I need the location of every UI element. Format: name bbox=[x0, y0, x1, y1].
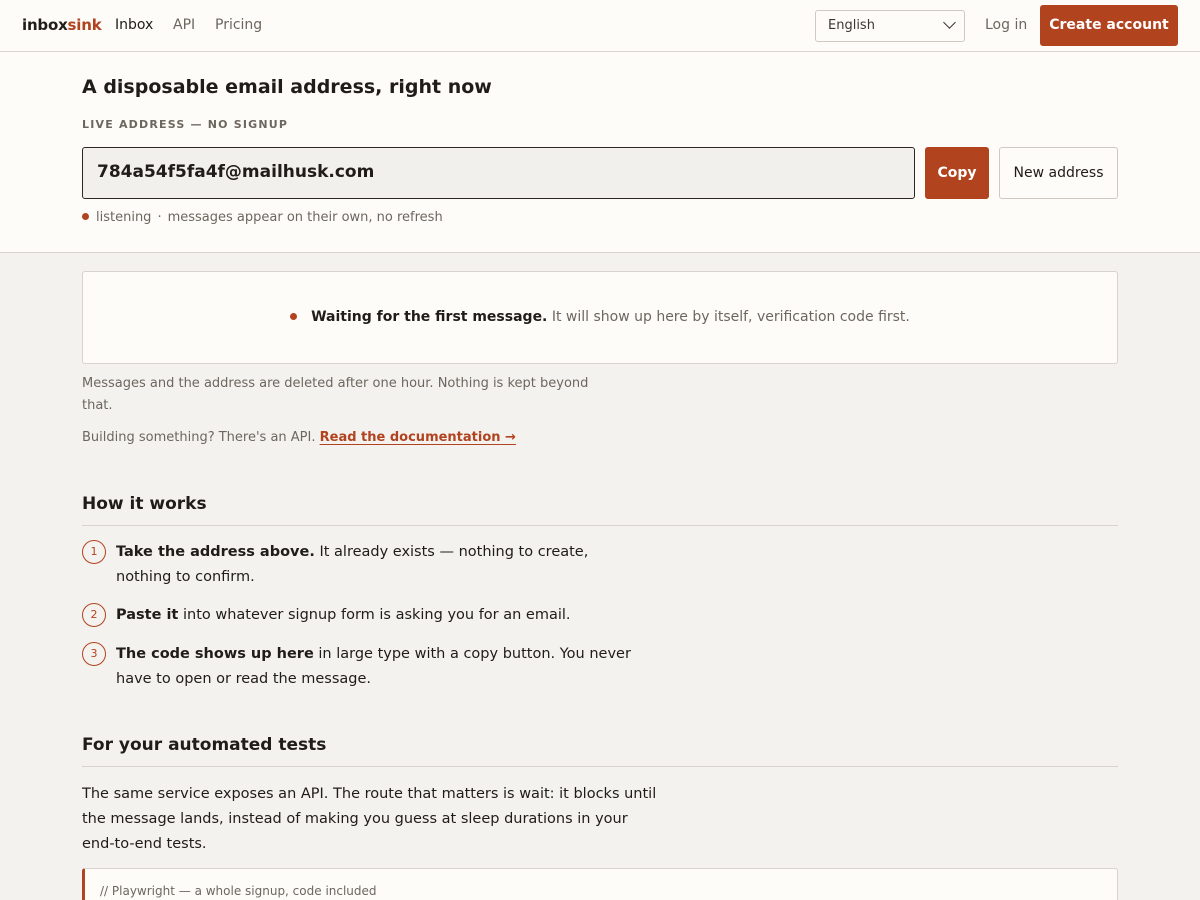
email-address-value: 784a54f5fa4f@mailhusk.com bbox=[97, 162, 375, 182]
new-address-button[interactable]: New address bbox=[999, 147, 1118, 199]
retention-note: Messages and the address are deleted aft… bbox=[82, 376, 589, 413]
step-number-badge: 2 bbox=[82, 603, 106, 627]
logo-accent: sink bbox=[67, 16, 102, 34]
step-number-badge: 1 bbox=[82, 540, 106, 564]
automated-tests-heading: For your automated tests bbox=[82, 735, 327, 755]
step-text: The code shows up here in large type wit… bbox=[116, 642, 636, 692]
email-address-field[interactable]: 784a54f5fa4f@mailhusk.com bbox=[82, 147, 915, 199]
step-rest: into whatever signup form is asking you … bbox=[182, 607, 571, 623]
documentation-link[interactable]: Read the documentation → bbox=[320, 430, 516, 445]
waiting-strong: Waiting for the first message. bbox=[311, 309, 548, 325]
how-it-works-heading: How it works bbox=[82, 494, 207, 514]
waiting-dot-icon bbox=[290, 312, 298, 320]
status-label: listening bbox=[96, 210, 152, 225]
chevron-down-icon bbox=[943, 16, 956, 29]
top-navbar: inboxsink Inbox API Pricing English Log … bbox=[0, 0, 1200, 52]
code-comment: // Playwright — a whole signup, code inc… bbox=[100, 884, 377, 898]
step-strong: Take the address above. bbox=[116, 544, 315, 560]
automated-tests-description: The same service exposes an API. The rou… bbox=[82, 786, 657, 852]
api-note: Building something? There's an API. Read… bbox=[82, 430, 516, 445]
status-note: messages appear on their own, no refresh bbox=[167, 210, 443, 225]
api-note-text: Building something? There's an API. bbox=[82, 430, 316, 445]
nav-link-pricing[interactable]: Pricing bbox=[215, 17, 262, 33]
page-title: A disposable email address, right now bbox=[82, 76, 492, 98]
address-kicker: LIVE ADDRESS — NO SIGNUP bbox=[82, 118, 289, 131]
code-sample: // Playwright — a whole signup, code inc… bbox=[82, 868, 1118, 900]
inbox-empty-state: Waiting for the first message. It will s… bbox=[82, 271, 1118, 364]
logo-main: inbox bbox=[22, 16, 68, 34]
divider bbox=[82, 766, 1118, 767]
language-select[interactable]: English bbox=[815, 10, 965, 42]
address-panel: A disposable email address, right now LI… bbox=[0, 52, 1200, 253]
step-text: Paste it into whatever signup form is as… bbox=[116, 603, 636, 628]
step-number-badge: 3 bbox=[82, 642, 106, 666]
step-strong: The code shows up here bbox=[116, 646, 314, 662]
step-strong: Paste it bbox=[116, 607, 179, 623]
waiting-rest: It will show up here by itself, verifica… bbox=[551, 309, 910, 325]
logo[interactable]: inboxsink bbox=[22, 16, 102, 34]
nav-link-inbox[interactable]: Inbox bbox=[115, 17, 153, 33]
nav-link-api[interactable]: API bbox=[173, 17, 195, 33]
status-separator: · bbox=[157, 210, 162, 225]
divider bbox=[82, 525, 1118, 526]
listening-status: listening · messages appear on their own, … bbox=[82, 210, 443, 225]
status-dot-icon bbox=[82, 213, 89, 220]
login-link[interactable]: Log in bbox=[985, 17, 1027, 33]
create-account-button[interactable]: Create account bbox=[1040, 5, 1178, 46]
language-select-value: English bbox=[828, 18, 875, 33]
copy-button[interactable]: Copy bbox=[925, 147, 989, 199]
waiting-message: Waiting for the first message. It will s… bbox=[83, 309, 1117, 325]
step-text: Take the address above. It already exist… bbox=[116, 540, 636, 590]
